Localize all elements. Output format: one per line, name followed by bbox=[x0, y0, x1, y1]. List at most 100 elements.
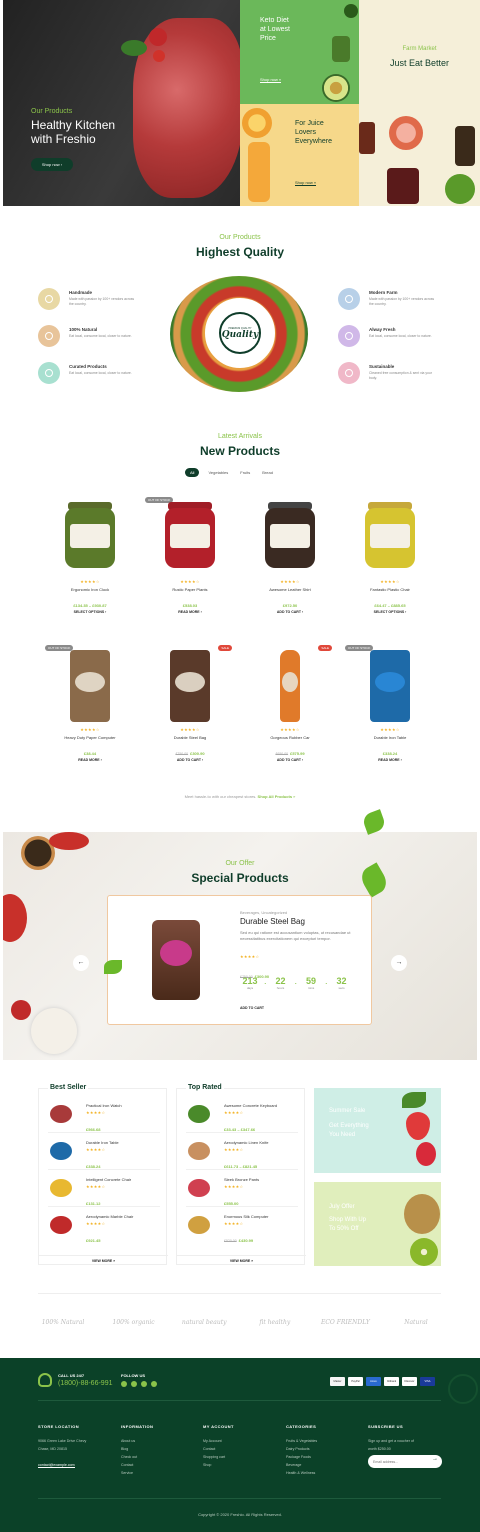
footer-link[interactable]: Blog bbox=[121, 1445, 199, 1453]
footer-link[interactable]: My Account bbox=[203, 1437, 281, 1445]
product-action-button[interactable]: READ MORE › bbox=[140, 610, 240, 614]
product-rating: ★★★★☆ bbox=[180, 579, 200, 584]
side-product-item[interactable]: Intelligent Concrete Chair ★★★★☆ £131.12 bbox=[48, 1175, 160, 1207]
promo-summer-sale[interactable]: Summer Sale Get Everything You Need bbox=[314, 1088, 441, 1173]
product-image[interactable] bbox=[60, 650, 120, 722]
product-name[interactable]: Durable Steel Bag bbox=[140, 735, 240, 740]
footer-link[interactable]: Fruits & Vegetables bbox=[286, 1437, 364, 1445]
side-product-name[interactable]: Enormous Silk Computer bbox=[224, 1214, 268, 1219]
product-action-button[interactable]: SELECT OPTIONS › bbox=[40, 610, 140, 614]
product-name[interactable]: Fantastic Plastic Chair bbox=[340, 587, 440, 592]
juice-banner[interactable]: For Juice Lovers Everywhere Shop now » bbox=[240, 104, 359, 206]
side-product-name[interactable]: Awesome Concrete Keyboard bbox=[224, 1103, 277, 1108]
best-seller-view-more[interactable]: VIEW MORE » bbox=[39, 1255, 168, 1263]
product-name[interactable]: Gorgeous Rubber Car bbox=[240, 735, 340, 740]
brand-logo[interactable]: natural beauty bbox=[179, 1319, 229, 1326]
special-product-image[interactable] bbox=[152, 920, 200, 1000]
footer-column: INFORMATION About us Blog Check out Contact S… bbox=[121, 1424, 199, 1477]
product-card: ★★★★☆ Fantastic Plastic Chair £64.47 – £88… bbox=[340, 497, 440, 632]
product-name[interactable]: Ergonomic Iron Clock bbox=[40, 587, 140, 592]
product-image[interactable] bbox=[360, 650, 420, 722]
keto-banner[interactable]: Keto Diet at Lowest Price Shop now » bbox=[240, 0, 359, 104]
hero-main-banner[interactable]: Our Products Healthy Kitchen with Freshi… bbox=[3, 0, 240, 206]
filter-tab-bread[interactable]: Bread bbox=[259, 468, 276, 477]
product-action-button[interactable]: ADD TO CART › bbox=[240, 758, 340, 762]
footer-link[interactable]: Health & Wellness bbox=[286, 1469, 364, 1477]
side-product-name[interactable]: Aerodynamic Marble Chair bbox=[86, 1214, 133, 1219]
side-product-name[interactable]: Aerodynamic Linen Knife bbox=[224, 1140, 268, 1145]
footer-link[interactable]: Shopping cart bbox=[203, 1453, 281, 1461]
footer-email-link[interactable]: contact@example.com bbox=[38, 1463, 75, 1468]
youtube-icon[interactable] bbox=[131, 1381, 137, 1387]
side-product-item[interactable]: Sleek Bronze Pants ★★★★☆ £555.00 bbox=[186, 1175, 298, 1207]
product-old-price: £750.00 bbox=[175, 752, 189, 756]
shop-all-link[interactable]: Shop All Products bbox=[258, 794, 293, 799]
product-name[interactable]: Awesome Leather Shirt bbox=[240, 587, 340, 592]
product-current-price: £338.24 bbox=[382, 751, 398, 756]
footer-link[interactable]: Package Foods bbox=[286, 1453, 364, 1461]
product-action-button[interactable]: SELECT OPTIONS › bbox=[340, 610, 440, 614]
special-product-name[interactable]: Durable Steel Bag bbox=[240, 917, 305, 926]
farm-market-banner[interactable]: Farm Market Just Eat Better bbox=[359, 0, 480, 206]
subscribe-email-input[interactable] bbox=[373, 1457, 429, 1466]
side-product-item[interactable]: Practical Iron Watch ★★★★☆ £566.68 bbox=[48, 1101, 160, 1133]
special-category[interactable]: Beverages, Uncategorized bbox=[240, 910, 287, 915]
side-product-item[interactable]: Aerodynamic Linen Knife ★★★★☆ £611.73 – £8… bbox=[186, 1138, 298, 1170]
subscribe-arrow-button[interactable]: → bbox=[432, 1456, 438, 1462]
product-action-button[interactable]: ADD TO CART › bbox=[240, 610, 340, 614]
product-action-button[interactable]: ADD TO CART › bbox=[140, 758, 240, 762]
footer-link[interactable]: Service bbox=[121, 1469, 199, 1477]
side-product-name[interactable]: Sleek Bronze Pants bbox=[224, 1177, 259, 1182]
product-name[interactable]: Heavy Duty Paper Computer bbox=[40, 735, 140, 740]
footer-link[interactable]: Beverage bbox=[286, 1461, 364, 1469]
keto-shop-now-link[interactable]: Shop now » bbox=[260, 77, 282, 83]
footer-link[interactable]: Check out bbox=[121, 1453, 199, 1461]
product-action-button[interactable]: READ MORE › bbox=[40, 758, 140, 762]
product-name[interactable]: Durable Iron Table bbox=[340, 735, 440, 740]
footer-link[interactable]: Dairy Products bbox=[286, 1445, 364, 1453]
grapefruit-image bbox=[389, 116, 423, 150]
quality-feature-title: 100% Natural bbox=[69, 327, 98, 332]
hero-shop-now-button[interactable]: Shop now › bbox=[31, 158, 73, 171]
special-add-to-cart[interactable]: ADD TO CART bbox=[240, 1006, 264, 1010]
twitter-icon[interactable] bbox=[141, 1381, 147, 1387]
product-name[interactable]: Rustic Paper Plants bbox=[140, 587, 240, 592]
side-product-item[interactable]: Enormous Silk Computer ★★★★☆ £520.00 £430.9… bbox=[186, 1212, 298, 1244]
side-product-item[interactable]: Awesome Concrete Keyboard ★★★★☆ £33.43 – £… bbox=[186, 1101, 298, 1133]
quality-feature-desc: Eat local, consume local, closer to natu… bbox=[69, 371, 132, 375]
footer-link[interactable]: Contact bbox=[121, 1461, 199, 1469]
brand-logo[interactable]: Natural bbox=[391, 1319, 441, 1326]
product-image[interactable] bbox=[360, 502, 420, 572]
side-product-item[interactable]: Aerodynamic Marble Chair ★★★★☆ £921.45 bbox=[48, 1212, 160, 1244]
product-action-button[interactable]: READ MORE › bbox=[340, 758, 440, 762]
product-image[interactable] bbox=[160, 650, 220, 722]
brand-logo[interactable]: ECO FRIENDLY bbox=[320, 1319, 370, 1326]
product-image[interactable] bbox=[260, 650, 320, 722]
next-arrow-button[interactable]: → bbox=[391, 955, 407, 971]
product-image[interactable] bbox=[160, 502, 220, 572]
promo-july-offer[interactable]: July Offer Shop With Up To 50% Off bbox=[314, 1182, 441, 1266]
footer-link[interactable]: Contact bbox=[203, 1445, 281, 1453]
facebook-icon[interactable] bbox=[121, 1381, 127, 1387]
product-image[interactable] bbox=[60, 502, 120, 572]
footer-link[interactable]: About us bbox=[121, 1437, 199, 1445]
side-product-item[interactable]: Durable Iron Table ★★★★☆ £338.24 bbox=[48, 1138, 160, 1170]
brand-logo[interactable]: 100% organic bbox=[109, 1319, 159, 1326]
filter-tab-fruits[interactable]: Fruits bbox=[237, 468, 253, 477]
top-rated-view-more[interactable]: VIEW MORE » bbox=[177, 1255, 306, 1263]
footer-link[interactable]: Shop bbox=[203, 1461, 281, 1469]
filter-tab-all[interactable]: All bbox=[185, 467, 200, 477]
side-product-name[interactable]: Durable Iron Table bbox=[86, 1140, 119, 1145]
juice-shop-now-link[interactable]: Shop now » bbox=[295, 180, 317, 186]
product-image[interactable] bbox=[260, 502, 320, 572]
farm-kicker: Farm Market bbox=[402, 46, 437, 52]
brand-logo[interactable]: fit healthy bbox=[250, 1319, 300, 1326]
brand-logo[interactable]: 100% Natural bbox=[38, 1319, 88, 1326]
side-product-name[interactable]: Practical Iron Watch bbox=[86, 1103, 122, 1108]
prev-arrow-button[interactable]: ← bbox=[73, 955, 89, 971]
call-phone[interactable]: (1800)-88-66-991 bbox=[58, 1380, 112, 1387]
filter-tab-vegetables[interactable]: Vegetables bbox=[205, 468, 231, 477]
side-product-name[interactable]: Intelligent Concrete Chair bbox=[86, 1177, 131, 1182]
product-current-price: £575.99 bbox=[290, 751, 305, 756]
instagram-icon[interactable] bbox=[151, 1381, 157, 1387]
